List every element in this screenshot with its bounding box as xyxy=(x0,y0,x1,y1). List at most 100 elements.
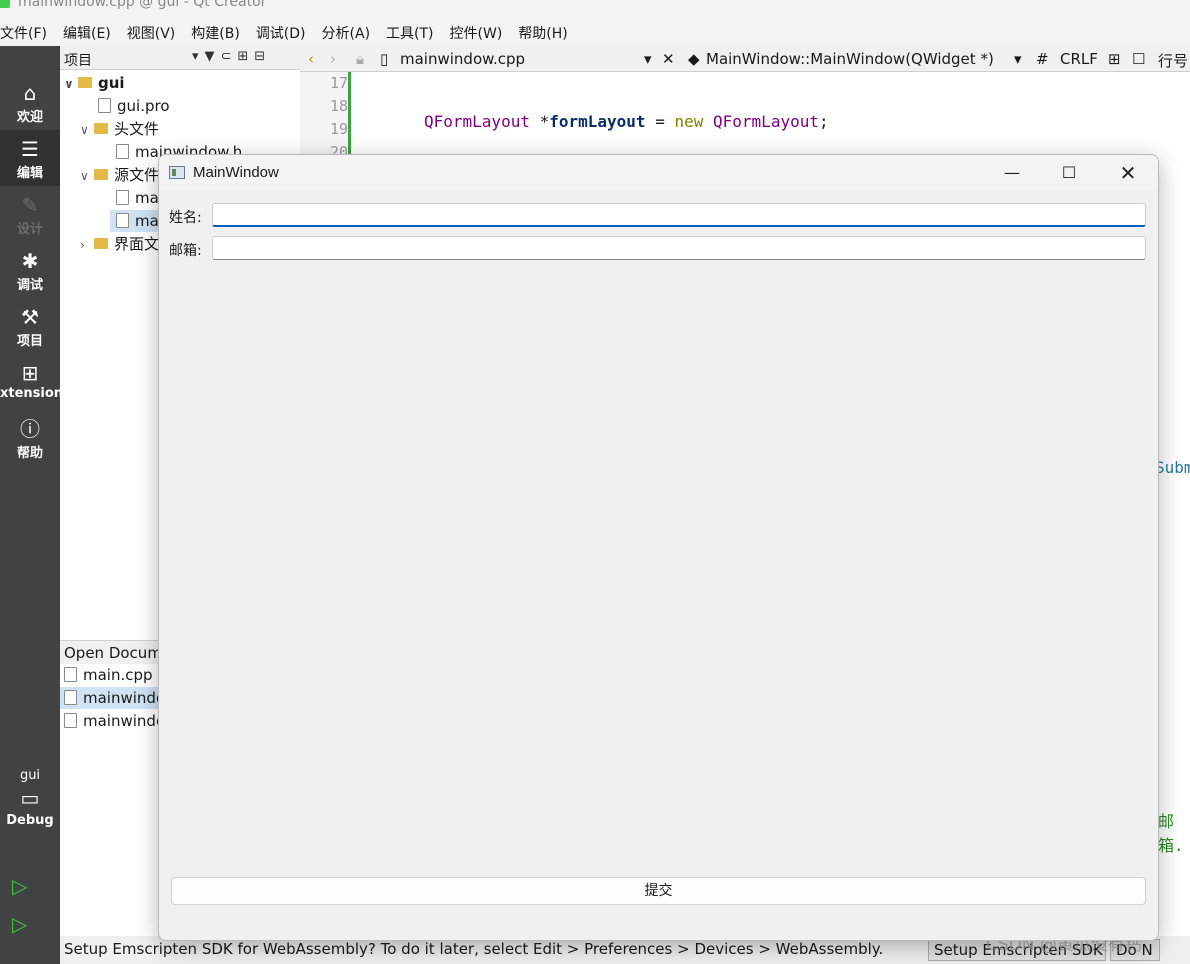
mode-welcome[interactable]: ⌂ 欢迎 xyxy=(0,74,60,130)
mode-edit[interactable]: ☰ 编辑 xyxy=(0,130,60,186)
email-input[interactable] xyxy=(212,236,1146,260)
open-doc-label: main.cpp xyxy=(83,666,153,684)
menu-help[interactable]: 帮助(H) xyxy=(510,23,575,43)
mode-help-label: 帮助 xyxy=(16,446,43,461)
submit-button[interactable]: 提交 xyxy=(171,877,1146,905)
forward-arrow-icon[interactable]: › xyxy=(330,50,336,68)
app-title-bar: mainwindow.cpp @ gui - Qt Creator xyxy=(0,0,1190,20)
split-icon[interactable]: ⊞ xyxy=(1108,50,1121,68)
line-number-gutter: 17 18 19 20 xyxy=(300,72,350,162)
chevron-right-icon: › xyxy=(80,238,85,252)
tree-node-root[interactable]: ∨ gui xyxy=(64,72,125,94)
chevron-down-icon[interactable]: ▾ xyxy=(644,50,652,68)
mode-help[interactable]: ⓘ 帮助 xyxy=(0,410,60,466)
chevron-down-icon[interactable]: ▾ xyxy=(1014,50,1022,68)
main-window-title: MainWindow xyxy=(193,164,279,181)
mode-design[interactable]: ✎ 设计 xyxy=(0,186,60,242)
tree-sources-label: 源文件 xyxy=(114,166,160,184)
mode-edit-label: 编辑 xyxy=(16,166,43,181)
cpp-file-icon xyxy=(116,213,129,228)
code-editor[interactable]: QFormLayout *formLayout = new QFormLayou… xyxy=(352,72,1190,314)
line-ending-selector[interactable]: CRLF xyxy=(1060,50,1098,68)
folder-icon xyxy=(94,238,108,249)
open-doc-item[interactable]: mainwindo xyxy=(64,710,165,732)
home-icon: ⌂ xyxy=(23,81,37,105)
cpp-file-icon xyxy=(64,690,77,705)
mode-welcome-label: 欢迎 xyxy=(16,110,43,125)
kit-build: Debug xyxy=(6,813,54,828)
line-number: 19 xyxy=(329,120,348,138)
close-button[interactable]: ✕ xyxy=(1099,155,1157,191)
tree-node-forms[interactable]: › 界面文 xyxy=(80,233,159,255)
tree-forms-label: 界面文 xyxy=(114,235,160,253)
chevron-down-icon: ∨ xyxy=(64,77,74,91)
tree-headers-label: 头文件 xyxy=(114,120,160,138)
tree-node-pro[interactable]: gui.pro xyxy=(98,95,170,117)
menu-file[interactable]: 文件(F) xyxy=(0,23,55,43)
debug-run-icon[interactable]: ▷ xyxy=(12,912,27,936)
open-doc-label: mainwindo xyxy=(83,689,166,707)
mode-projects[interactable]: ⚒ 项目 xyxy=(0,298,60,354)
code-peek-text: 邮箱. xyxy=(1158,812,1184,855)
menu-debug[interactable]: 调试(D) xyxy=(248,23,314,43)
status-message: Setup Emscripten SDK for WebAssembly? To… xyxy=(64,940,884,958)
project-folder-icon xyxy=(78,77,92,88)
pro-file-icon xyxy=(98,98,111,113)
mode-debug-label: 调试 xyxy=(16,278,43,293)
wrench-icon: ⚒ xyxy=(21,305,39,329)
name-input[interactable] xyxy=(212,203,1146,227)
kit-project: gui xyxy=(19,768,41,783)
design-icon: ✎ xyxy=(21,193,39,217)
close-icon[interactable]: ✕ xyxy=(662,50,675,68)
tree-node-sources[interactable]: ∨ 源文件 xyxy=(80,164,159,186)
code-line: QFormLayout *formLayout = new QFormLayou… xyxy=(424,112,829,131)
open-doc-item[interactable]: main.cpp xyxy=(64,664,153,686)
line-number: 18 xyxy=(329,97,348,115)
tree-pro-label: gui.pro xyxy=(117,97,170,115)
help-icon: ⓘ xyxy=(20,417,40,441)
tree-node-headers[interactable]: ∨ 头文件 xyxy=(80,118,159,140)
projects-panel-title[interactable]: 项目 xyxy=(64,50,92,70)
kit-selector[interactable]: gui ▭ Debug xyxy=(0,768,60,828)
maximize-button[interactable]: ☐ xyxy=(1040,155,1098,191)
mode-debug[interactable]: ✱ 调试 xyxy=(0,242,60,298)
projects-panel-toolbar[interactable]: ▾▼⊂⊞⊟ xyxy=(192,49,271,64)
email-label: 邮箱: xyxy=(169,243,202,259)
tree-source1-label: ma xyxy=(135,189,159,207)
chevron-down-icon: ∨ xyxy=(80,169,89,183)
monitor-icon: ▭ xyxy=(20,786,40,810)
class-icon: ◆ xyxy=(688,50,700,68)
hash-button[interactable]: # xyxy=(1036,50,1049,68)
menu-bar: 文件(F) 编辑(E) 视图(V) 构建(B) 调试(D) 分析(A) 工具(T… xyxy=(0,20,1190,46)
minimize-button[interactable]: — xyxy=(983,155,1041,191)
tree-root-label: gui xyxy=(98,74,125,92)
edit-icon: ☰ xyxy=(21,137,39,161)
menu-widget[interactable]: 控件(W) xyxy=(442,23,511,43)
folder-icon xyxy=(94,123,108,134)
symbol-selector[interactable]: MainWindow::MainWindow(QWidget *) xyxy=(706,50,994,68)
code-peek-text: Subm xyxy=(1155,458,1190,477)
change-marker xyxy=(348,72,351,162)
debug-icon: ✱ xyxy=(21,249,39,273)
run-icon[interactable]: ▷ xyxy=(12,874,27,898)
lock-icon: 🔒︎ xyxy=(356,50,364,68)
window-icon xyxy=(169,166,185,179)
open-doc-item[interactable]: mainwindo xyxy=(60,687,165,709)
header-file-icon xyxy=(116,144,129,159)
main-window: MainWindow — ☐ ✕ 姓名: 邮箱: 提交 xyxy=(158,154,1159,941)
menu-edit[interactable]: 编辑(E) xyxy=(55,23,119,43)
extensions-icon: ⊞ xyxy=(21,361,39,385)
menu-build[interactable]: 构建(B) xyxy=(183,23,248,43)
back-arrow-icon[interactable]: ‹ xyxy=(308,50,314,68)
menu-tools[interactable]: 工具(T) xyxy=(378,23,441,43)
menu-analyze[interactable]: 分析(A) xyxy=(314,23,379,43)
menu-view[interactable]: 视图(V) xyxy=(119,23,184,43)
editor-file-tab[interactable]: mainwindow.cpp xyxy=(400,50,525,68)
main-window-title-bar[interactable]: MainWindow — ☐ ✕ xyxy=(159,155,1158,191)
chevron-down-icon: ∨ xyxy=(80,123,89,137)
name-label: 姓名: xyxy=(169,210,202,226)
line-number: 17 xyxy=(329,74,348,92)
tree-node-source1[interactable]: ma xyxy=(116,187,159,209)
document-icon[interactable]: ☐ xyxy=(1132,50,1145,68)
mode-extensions[interactable]: ⊞ xtensions xyxy=(0,354,71,410)
